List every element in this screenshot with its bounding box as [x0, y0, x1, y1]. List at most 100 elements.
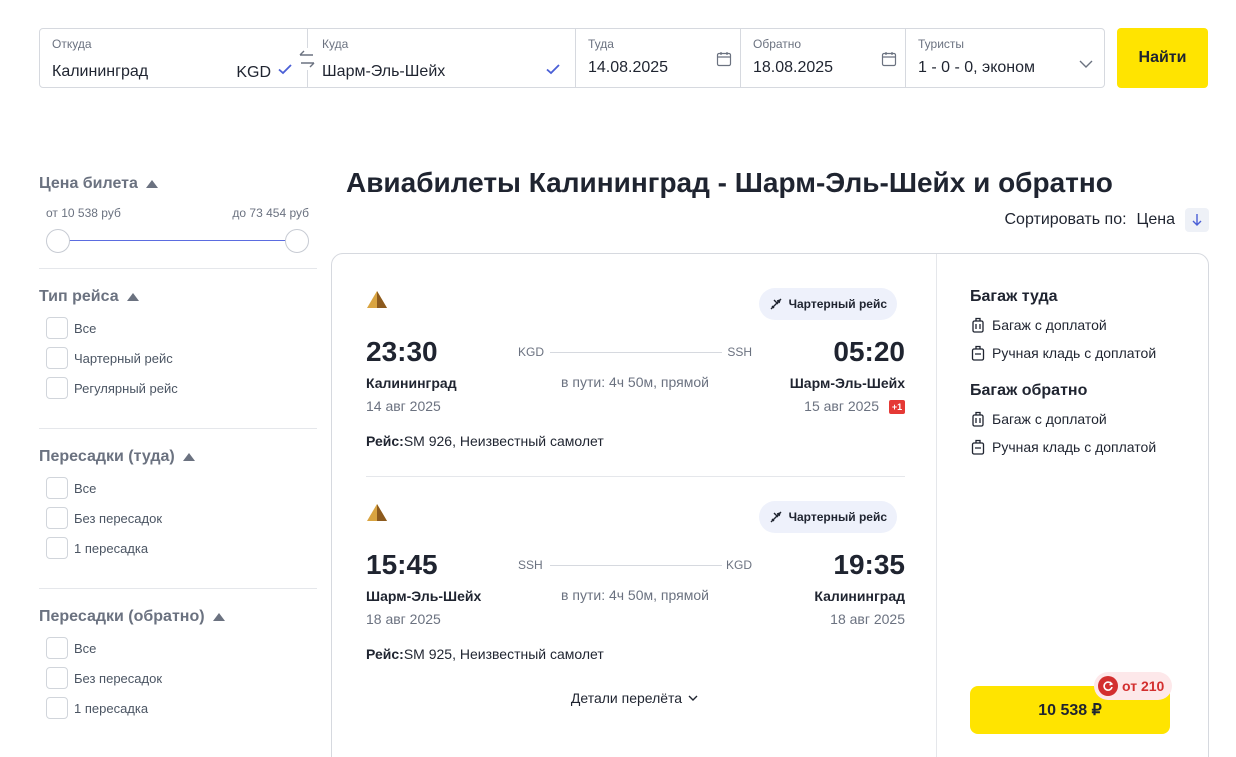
- return-label: Обратно: [753, 37, 802, 51]
- stops-out-filter-label: Пересадки (туда): [39, 448, 175, 465]
- arrow-down-icon: [1192, 214, 1202, 226]
- arrival-code: SSH: [727, 345, 752, 359]
- sort-control[interactable]: Сортировать по: Цена: [1004, 208, 1209, 232]
- price-slider[interactable]: от 10 538 руб до 73 454 руб: [39, 198, 317, 254]
- check-icon: [278, 64, 292, 75]
- depart-value[interactable]: 14.08.2025: [588, 59, 728, 77]
- slider-track[interactable]: [58, 240, 297, 241]
- flight-value: SM 926, Неизвестный самолет: [403, 433, 604, 449]
- sort-direction-button[interactable]: [1185, 208, 1209, 232]
- chevron-down-icon[interactable]: [1078, 59, 1094, 69]
- filter-option[interactable]: 1 пересадка: [39, 693, 317, 723]
- from-code: KGD: [236, 64, 271, 81]
- flight-type-filter-title[interactable]: Тип рейса: [39, 283, 317, 311]
- cashback-icon: [1098, 676, 1118, 696]
- filter-option[interactable]: Чартерный рейс: [39, 343, 317, 373]
- hand-luggage-icon: [971, 439, 985, 455]
- option-label: Регулярный рейс: [74, 380, 178, 396]
- to-label: Куда: [322, 37, 349, 51]
- tourists-field[interactable]: Туристы 1 - 0 - 0, эконом: [906, 29, 1104, 87]
- stops-back-filter-label: Пересадки (обратно): [39, 608, 205, 625]
- flight-duration: в пути: 4ч 50м, прямой: [561, 374, 709, 390]
- flight-type-filter-label: Тип рейса: [39, 288, 119, 305]
- return-value[interactable]: 18.08.2025: [753, 59, 893, 77]
- baggage-back-item: Ручная кладь с доплатой: [970, 439, 1156, 455]
- return-date-field[interactable]: Обратно 18.08.2025: [741, 29, 906, 87]
- suitcase-icon: [972, 317, 984, 333]
- checkbox[interactable]: [46, 537, 68, 559]
- option-label: 1 пересадка: [74, 540, 149, 556]
- flight-info: Рейс:SM 926, Неизвестный самолет: [366, 433, 604, 449]
- checkbox[interactable]: [46, 347, 68, 369]
- flight-details-link[interactable]: Детали перелёта: [332, 690, 937, 706]
- option-label: 1 пересадка: [74, 700, 149, 716]
- baggage-label: Багаж с доплатой: [992, 317, 1107, 333]
- route-line: KGD SSH: [518, 345, 752, 365]
- charter-label: Чартерный рейс: [788, 510, 887, 524]
- baggage-out-item: Багаж с доплатой: [970, 317, 1107, 333]
- filter-option[interactable]: Регулярный рейс: [39, 373, 317, 403]
- flight-details-label: Детали перелёта: [570, 690, 683, 706]
- depart-date-field[interactable]: Туда 14.08.2025: [576, 29, 741, 87]
- baggage-out-title: Багаж туда: [970, 288, 1058, 305]
- filter-option[interactable]: Все: [39, 633, 317, 663]
- checkbox[interactable]: [46, 507, 68, 529]
- to-value[interactable]: Шарм-Эль-Шейх: [322, 63, 563, 81]
- filter-option[interactable]: 1 пересадка: [39, 533, 317, 563]
- departure-code: SSH: [518, 558, 543, 572]
- arrival-code: KGD: [725, 558, 752, 572]
- checkbox[interactable]: [46, 317, 68, 339]
- checkbox[interactable]: [46, 697, 68, 719]
- flight-label: Рейс:: [366, 433, 404, 449]
- calendar-icon[interactable]: [716, 51, 732, 67]
- price-filter-title[interactable]: Цена билета: [39, 170, 317, 198]
- option-label: Без пересадок: [74, 510, 163, 526]
- filter-option[interactable]: Без пересадок: [39, 503, 317, 533]
- stops-out-filter-title[interactable]: Пересадки (туда): [39, 443, 317, 471]
- search-bar: Откуда Калининград KGD Куда Шарм-Эль-Шей…: [39, 28, 1105, 88]
- divider: [39, 268, 317, 269]
- checkbox[interactable]: [46, 477, 68, 499]
- ticket-baggage-price: Багаж туда Багаж с доплатой Ручная кладь…: [938, 254, 1208, 757]
- collapse-up-icon: [126, 293, 139, 301]
- arrival-date: 15 авг 2025: [804, 398, 879, 414]
- flight-label: Рейс:: [366, 646, 404, 662]
- collapse-up-icon: [212, 613, 225, 621]
- ticket-card: Чартерный рейс 23:30 KGD SSH 05:20 Калин…: [331, 253, 1209, 757]
- flight-duration: в пути: 4ч 50м, прямой: [561, 587, 709, 603]
- slider-handle-max[interactable]: [285, 229, 309, 253]
- calendar-icon[interactable]: [881, 51, 897, 67]
- stops-back-filter-title[interactable]: Пересадки (обратно): [39, 603, 317, 631]
- tourists-label: Туристы: [918, 37, 965, 51]
- checkbox[interactable]: [46, 637, 68, 659]
- checkbox[interactable]: [46, 377, 68, 399]
- arrival-time: 19:35: [833, 549, 905, 580]
- baggage-label: Багаж с доплатой: [992, 411, 1107, 427]
- filter-option[interactable]: Без пересадок: [39, 663, 317, 693]
- segment-divider: [366, 476, 905, 477]
- from-field[interactable]: Откуда Калининград KGD: [40, 29, 308, 87]
- find-button[interactable]: Найти: [1117, 28, 1208, 88]
- option-label: Все: [74, 640, 97, 656]
- top-heading-cut: [39, 0, 46, 14]
- departure-city: Шарм-Эль-Шейх: [366, 588, 482, 604]
- next-day-badge: +1: [889, 400, 905, 414]
- sort-value[interactable]: Цена: [1137, 211, 1175, 229]
- swap-icon[interactable]: [296, 48, 318, 70]
- from-label: Откуда: [52, 37, 92, 51]
- departure-date: 14 авг 2025: [366, 398, 441, 414]
- baggage-out-item: Ручная кладь с доплатой: [970, 345, 1156, 361]
- baggage-back-title: Багаж обратно: [970, 382, 1088, 399]
- to-field[interactable]: Куда Шарм-Эль-Шейх: [296, 29, 576, 87]
- filter-option[interactable]: Все: [39, 473, 317, 503]
- collapse-up-icon: [145, 180, 158, 188]
- tourists-value[interactable]: 1 - 0 - 0, эконом: [918, 59, 1092, 77]
- slider-handle-min[interactable]: [46, 229, 70, 253]
- arrival-city: Шарм-Эль-Шейх: [789, 375, 905, 391]
- route-divider: [550, 352, 722, 353]
- option-label: Все: [74, 320, 97, 336]
- arrival-city: Калининград: [814, 588, 905, 604]
- sort-label: Сортировать по:: [1004, 211, 1127, 228]
- checkbox[interactable]: [46, 667, 68, 689]
- filter-option[interactable]: Все: [39, 313, 317, 343]
